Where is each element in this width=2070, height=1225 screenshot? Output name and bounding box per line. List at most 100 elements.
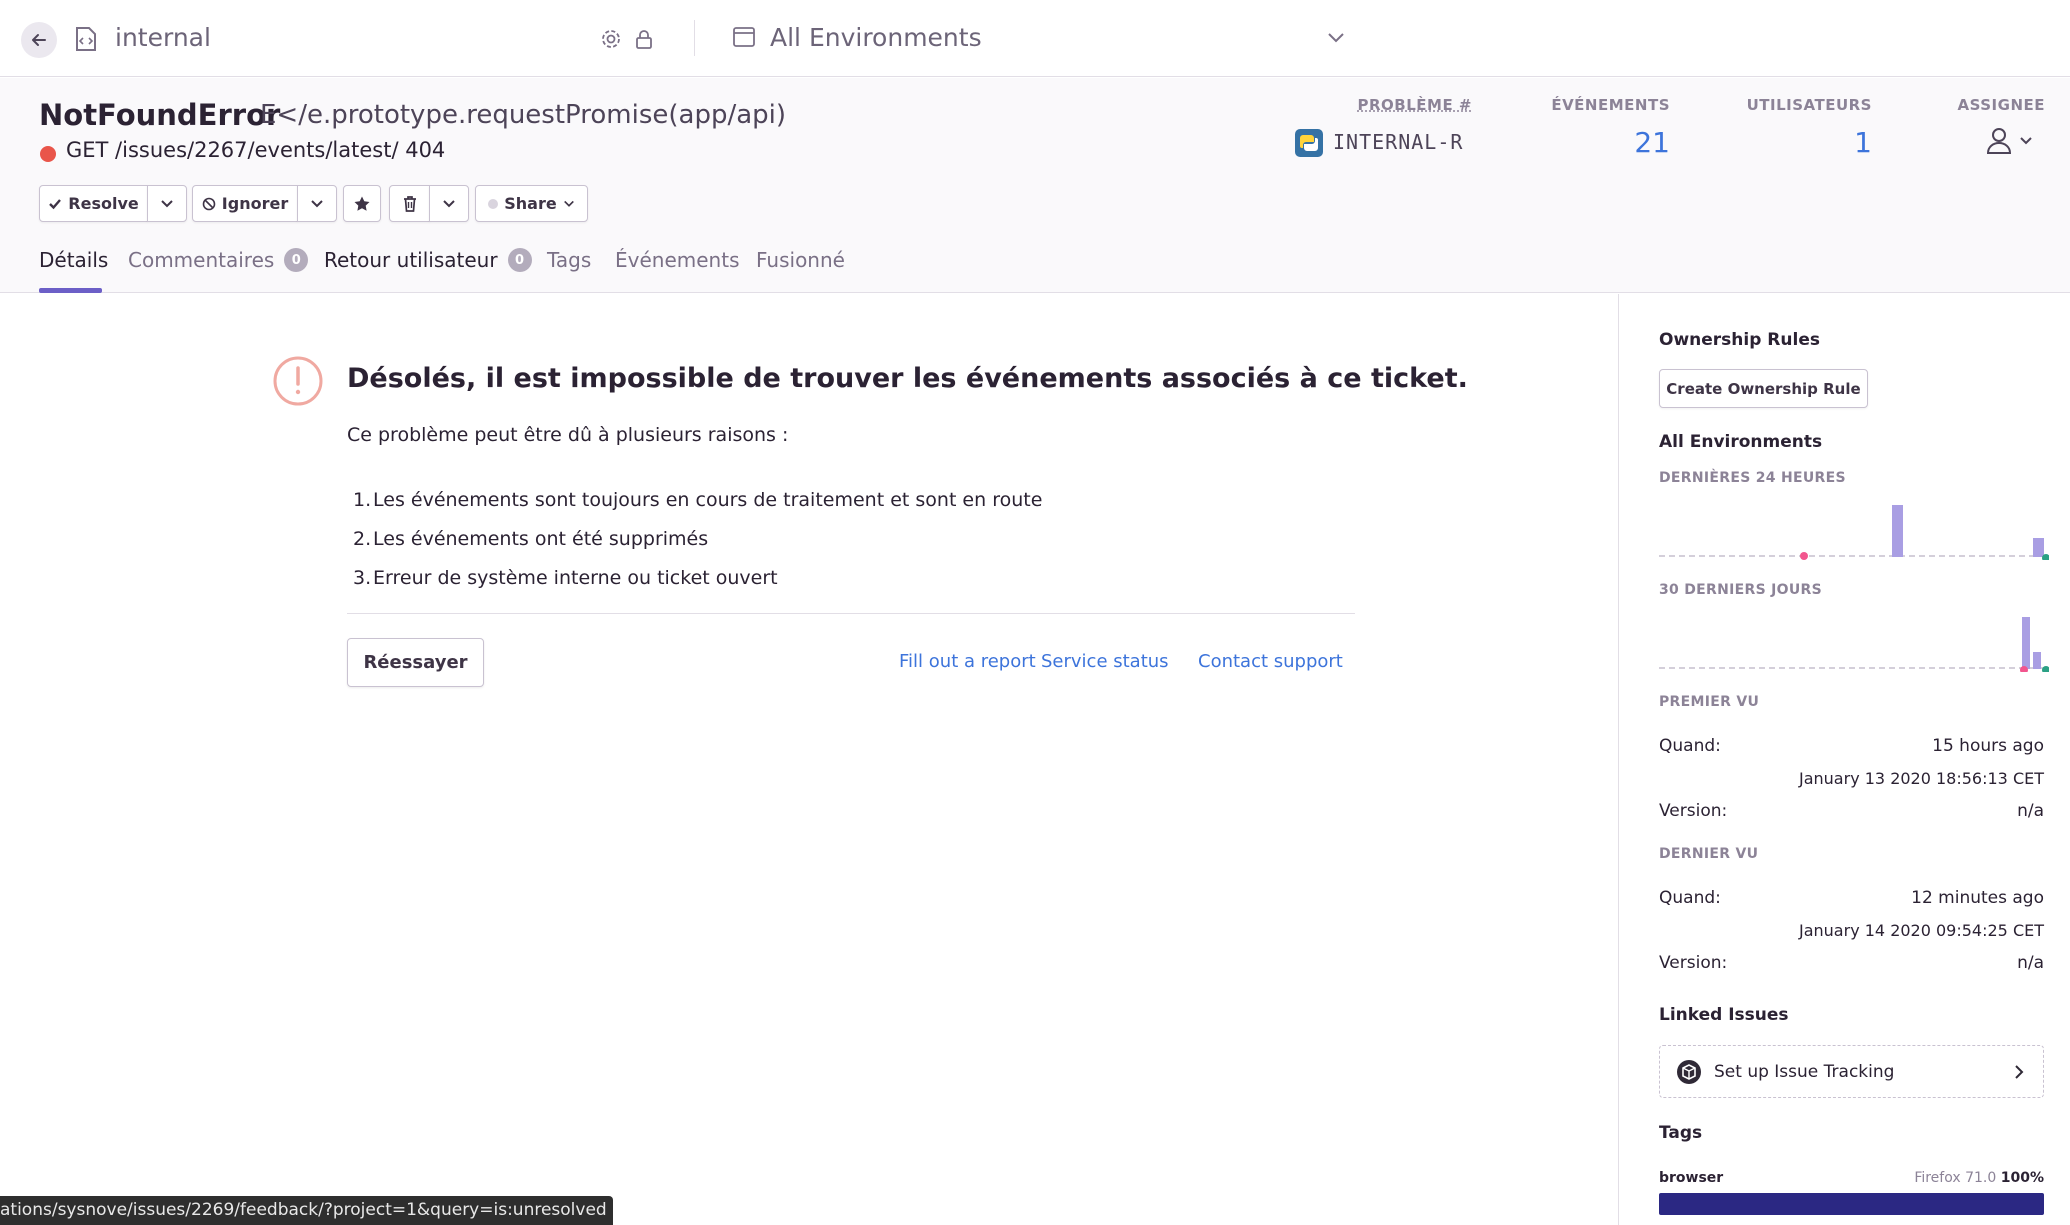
tab-label: Retour utilisateur (324, 248, 498, 272)
list-item: 1. Les événements sont toujours en cours … (353, 489, 1043, 511)
tag-top-value: Firefox 71.0 100% (1914, 1170, 2044, 1186)
ignore-dropdown-button[interactable] (297, 185, 337, 222)
check-icon (49, 198, 62, 209)
warning-icon (273, 356, 323, 406)
ignore-label: Ignorer (221, 194, 289, 213)
level-indicator (40, 146, 56, 162)
first-seen-when-key: Quand: (1659, 736, 1721, 756)
linked-issues-title: Linked Issues (1659, 1005, 1789, 1025)
users-label: UTILISATEURS (1746, 96, 1872, 114)
chevron-down-icon (563, 200, 574, 207)
spark-bar (1892, 505, 1903, 557)
tab-merged[interactable]: Fusionné (756, 248, 845, 272)
report-link[interactable]: Fill out a report (899, 651, 1036, 672)
tab-label: Événements (615, 248, 740, 272)
top-bar: internal All Environments (0, 0, 2070, 77)
back-button[interactable] (21, 22, 57, 58)
sidebar-divider (1618, 294, 1619, 1225)
lock-icon[interactable] (634, 28, 654, 50)
environment-selector[interactable]: All Environments (770, 23, 982, 52)
star-icon (354, 196, 370, 211)
retry-button[interactable]: Réessayer (347, 638, 484, 687)
status-url: ations/sysnove/issues/2269/feedback/?pro… (0, 1196, 613, 1225)
resolve-label: Resolve (68, 194, 139, 213)
reason-text: Les événements sont toujours en cours de… (373, 489, 1043, 511)
issue-type: NotFoundError (39, 98, 281, 132)
ownership-title: Ownership Rules (1659, 330, 1820, 350)
delete-button[interactable] (389, 185, 430, 222)
issue-header: NotFoundError E</e.prototype.requestProm… (0, 78, 2070, 293)
python-icon (1295, 129, 1323, 157)
trash-icon (403, 195, 416, 212)
last-30d-label: 30 DERNIERS JOURS (1659, 582, 1822, 598)
share-button[interactable]: Share (475, 185, 588, 222)
sparkline-30d[interactable] (1659, 612, 2049, 672)
contact-support-link[interactable]: Contact support (1198, 651, 1343, 672)
issue-tracking-setup[interactable]: Set up Issue Tracking (1659, 1045, 2044, 1098)
share-status-dot (488, 198, 499, 209)
chevron-down-icon[interactable] (1326, 30, 1346, 44)
tag-key: browser (1659, 1170, 1724, 1186)
reason-text: Erreur de système interne ou ticket ouve… (373, 567, 778, 589)
short-id: INTERNAL-R (1333, 130, 1464, 154)
tab-user-feedback[interactable]: Retour utilisateur 0 (324, 248, 532, 272)
create-ownership-rule-button[interactable]: Create Ownership Rule (1659, 369, 1868, 408)
delete-dropdown-button[interactable] (429, 185, 469, 222)
tag-distribution-bar[interactable] (1659, 1193, 2044, 1215)
ignore-button[interactable]: Ignorer (192, 185, 298, 222)
count-badge: 0 (284, 248, 309, 272)
last-seen-version-key: Version: (1659, 953, 1728, 973)
last-seen-when-value: 12 minutes ago (1911, 888, 2044, 908)
resolve-button[interactable]: Resolve (39, 185, 148, 222)
project-name[interactable]: internal (115, 23, 211, 52)
gear-icon[interactable] (600, 28, 622, 50)
sparkline-24h[interactable] (1659, 500, 2049, 560)
problem-id-label[interactable]: PROBLÈME # (1330, 96, 1472, 114)
service-status-link[interactable]: Service status (1041, 651, 1169, 672)
tab-events[interactable]: Événements (615, 248, 739, 272)
spark-bar (2033, 538, 2044, 557)
users-count[interactable]: 1 (1772, 126, 1872, 159)
error-subtitle: Ce problème peut être dû à plusieurs rai… (347, 424, 789, 446)
last-seen-version-value: n/a (2017, 953, 2044, 973)
tab-tags[interactable]: Tags (547, 248, 591, 272)
list-item: 2. Les événements ont été supprimés (353, 528, 709, 550)
bookmark-button[interactable] (343, 185, 381, 222)
chevron-down-icon (443, 199, 455, 207)
arrow-left-icon (32, 34, 46, 46)
assignee-label: ASSIGNEE (1957, 96, 2045, 114)
assignee-selector[interactable] (1986, 126, 2038, 160)
integration-icon (1677, 1060, 1701, 1084)
divider (347, 613, 1355, 614)
share-label: Share (504, 194, 557, 213)
reason-text: Les événements ont été supprimés (373, 528, 709, 550)
first-seen-label: PREMIER VU (1659, 694, 1760, 710)
first-seen-version-key: Version: (1659, 801, 1728, 821)
tab-label: Tags (547, 248, 592, 272)
first-seen-marker (1800, 552, 1808, 560)
issue-culprit: E</e.prototype.requestPromise(app/api) (260, 100, 787, 130)
issue-message: GET /issues/2267/events/latest/ 404 (66, 138, 446, 162)
ban-icon (202, 197, 216, 210)
tag-value: Firefox 71.0 (1914, 1170, 1997, 1186)
tab-details[interactable]: Détails (39, 248, 108, 272)
events-label: ÉVÉNEMENTS (1551, 96, 1670, 114)
tab-label: Détails (39, 248, 109, 272)
tag-percent: 100% (2000, 1170, 2044, 1186)
topbar-divider (694, 20, 695, 56)
last-seen-marker (2042, 666, 2049, 672)
last-24h-label: DERNIÈRES 24 HEURES (1659, 470, 1846, 486)
window-icon (733, 27, 755, 47)
tab-comments[interactable]: Commentaires 0 (128, 248, 309, 272)
first-seen-version-value: n/a (2017, 801, 2044, 821)
issue-tracking-label: Set up Issue Tracking (1714, 1061, 1895, 1082)
active-tab-indicator (39, 288, 102, 293)
last-seen-label: DERNIER VU (1659, 846, 1759, 862)
environment-title: All Environments (1659, 432, 1823, 452)
project-code-icon (76, 27, 96, 51)
chevron-down-icon (161, 199, 173, 207)
events-count[interactable]: 21 (1570, 126, 1670, 159)
resolve-dropdown-button[interactable] (147, 185, 187, 222)
tags-title: Tags (1659, 1123, 1703, 1143)
error-title: Désolés, il est impossible de trouver le… (347, 363, 1468, 394)
